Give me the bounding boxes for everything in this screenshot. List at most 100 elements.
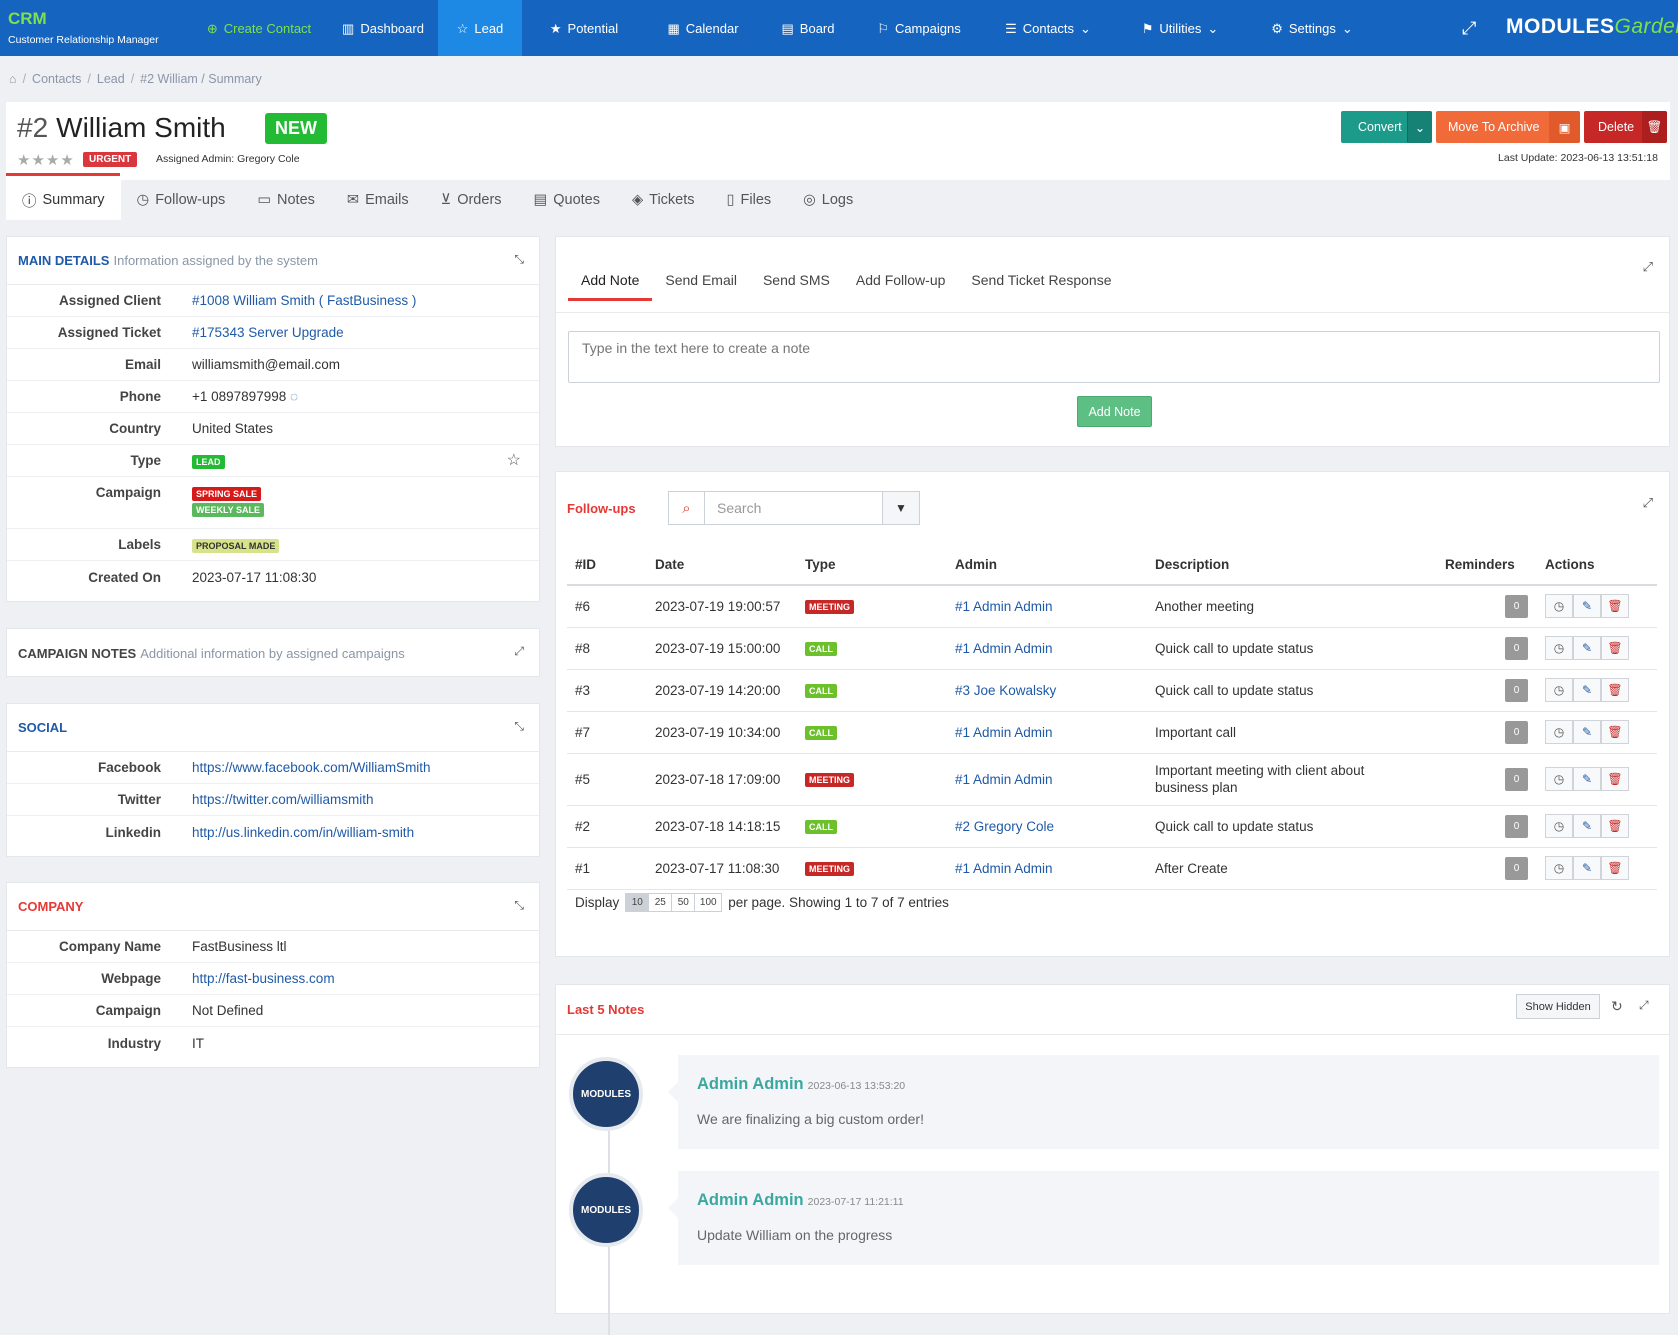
column-header[interactable]: Admin (947, 545, 1147, 586)
tab-send-sms[interactable]: Send SMS (750, 259, 843, 301)
nav-board[interactable]: ▤ Board (760, 0, 856, 56)
refresh-icon[interactable]: ↻ (1611, 998, 1623, 1015)
tab-logs[interactable]: ◎ Logs (787, 180, 869, 220)
page-size-option[interactable]: 10 (626, 894, 650, 911)
tab-send-ticket-response[interactable]: Send Ticket Response (958, 259, 1124, 301)
tab-orders[interactable]: ⊻ Orders (425, 180, 518, 220)
trash-icon[interactable]: 🗑 (1601, 814, 1629, 838)
clock-icon[interactable]: ◷ (1545, 814, 1573, 838)
rating-stars[interactable]: ★★★★ (17, 151, 75, 169)
nav-dashboard[interactable]: ▥ Dashboard (328, 0, 438, 56)
clock-icon[interactable]: ◷ (1545, 856, 1573, 880)
admin-link[interactable]: #1 Admin Admin (955, 641, 1053, 656)
tab-summary[interactable]: ⓘ Summary (6, 180, 121, 220)
column-header[interactable]: Description (1147, 545, 1437, 586)
nav-settings[interactable]: ⚙ Settings ⌄ (1246, 0, 1378, 56)
tab-notes[interactable]: ▭ Notes (241, 180, 331, 220)
clock-icon[interactable]: ◷ (1545, 594, 1573, 619)
trash-icon[interactable]: 🗑 (1601, 856, 1629, 880)
note-author[interactable]: Admin Admin (697, 1075, 804, 1093)
column-header[interactable]: Reminders (1437, 545, 1537, 586)
expand-icon[interactable]: ⤢ (1643, 495, 1653, 511)
whatsapp-icon[interactable]: ◌ (290, 389, 298, 404)
linkedin-link[interactable]: http://us.linkedin.com/in/william-smith (192, 825, 414, 840)
tab-follow-ups[interactable]: ◷ Follow-ups (121, 180, 242, 220)
assigned-ticket-link[interactable]: #175343 Server Upgrade (192, 325, 344, 340)
nav-lead[interactable]: ☆ Lead (438, 0, 522, 56)
clock-icon[interactable]: ◷ (1545, 678, 1573, 702)
breadcrumb-contacts[interactable]: Contacts (32, 72, 81, 86)
tab-files[interactable]: ▯ Files (711, 180, 788, 220)
search-input[interactable]: Search (705, 500, 882, 516)
tab-add-note[interactable]: Add Note (568, 259, 653, 301)
reminders-count[interactable]: 0 (1505, 814, 1528, 838)
tab-emails[interactable]: ✉ Emails (331, 180, 425, 220)
twitter-link[interactable]: https://twitter.com/williamsmith (192, 792, 374, 807)
expand-icon[interactable]: ⤢ (1639, 998, 1649, 1013)
column-header[interactable]: Date (647, 545, 797, 586)
column-header[interactable]: Type (797, 545, 947, 586)
star-outline-icon[interactable]: ☆ (507, 450, 521, 470)
reminders-count[interactable]: 0 (1505, 720, 1528, 744)
admin-link[interactable]: #3 Joe Kowalsky (955, 683, 1056, 698)
nav-contacts[interactable]: ☰ Contacts ⌄ (982, 0, 1114, 56)
nav-potential[interactable]: ★ Potential (522, 0, 646, 56)
trash-icon[interactable]: 🗑 (1601, 767, 1629, 791)
page-size-option[interactable]: 50 (672, 894, 696, 911)
note-author[interactable]: Admin Admin (697, 1191, 804, 1209)
nav-calendar[interactable]: ▦ Calendar (646, 0, 760, 56)
admin-link[interactable]: #1 Admin Admin (955, 772, 1053, 787)
trash-icon[interactable]: 🗑 (1601, 594, 1629, 619)
trash-icon[interactable]: 🗑 (1601, 636, 1629, 660)
expand-icon[interactable]: ⤢ (514, 644, 524, 659)
page-size-option[interactable]: 100 (695, 894, 721, 911)
fullscreen-icon[interactable]: ⤢ (1462, 18, 1476, 39)
admin-link[interactable]: #1 Admin Admin (955, 861, 1053, 876)
edit-icon[interactable]: ✎ (1573, 720, 1601, 744)
tab-quotes[interactable]: ▤ Quotes (518, 180, 616, 220)
reminders-count[interactable]: 0 (1505, 856, 1528, 880)
tab-send-email[interactable]: Send Email (652, 259, 750, 301)
page-size-option[interactable]: 25 (649, 894, 673, 911)
clock-icon[interactable]: ◷ (1545, 636, 1573, 660)
expand-icon[interactable]: ⤢ (1643, 259, 1653, 275)
webpage-link[interactable]: http://fast-business.com (192, 971, 335, 986)
edit-icon[interactable]: ✎ (1573, 767, 1601, 791)
assigned-client-link[interactable]: #1008 William Smith ( FastBusiness ) (192, 293, 416, 308)
reminders-count[interactable]: 0 (1505, 678, 1528, 702)
modulesgarden-logo[interactable]: MODULESGarden (1506, 15, 1678, 39)
trash-icon[interactable]: 🗑 (1601, 720, 1629, 744)
edit-icon[interactable]: ✎ (1573, 636, 1601, 660)
show-hidden-button[interactable]: Show Hidden (1516, 994, 1600, 1019)
reminders-count[interactable]: 0 (1505, 594, 1528, 618)
facebook-link[interactable]: https://www.facebook.com/WilliamSmith (192, 760, 431, 775)
clock-icon[interactable]: ◷ (1545, 767, 1573, 791)
search-icon[interactable]: ⌕ (669, 492, 705, 524)
nav-utilities[interactable]: ⚑ Utilities ⌄ (1114, 0, 1246, 56)
column-header[interactable]: #ID (567, 545, 647, 586)
note-textarea[interactable] (568, 331, 1660, 383)
clock-icon[interactable]: ◷ (1545, 720, 1573, 744)
filter-icon[interactable]: ▼ (882, 492, 919, 524)
edit-icon[interactable]: ✎ (1573, 814, 1601, 838)
edit-icon[interactable]: ✎ (1573, 594, 1601, 619)
breadcrumb-lead[interactable]: Lead (97, 72, 125, 86)
collapse-icon[interactable]: ⤡ (514, 719, 524, 734)
reminders-count[interactable]: 0 (1505, 767, 1528, 791)
trash-icon[interactable]: 🗑 (1642, 111, 1667, 143)
app-brand[interactable]: CRM Customer Relationship Manager (8, 9, 159, 46)
trash-icon[interactable]: 🗑 (1601, 678, 1629, 702)
collapse-icon[interactable]: ⤡ (514, 252, 524, 267)
archive-icon[interactable]: ▣ (1549, 111, 1580, 143)
home-icon[interactable]: ⌂ (9, 72, 17, 86)
convert-dropdown-button[interactable]: ⌄ (1407, 111, 1432, 143)
nav-create-contact[interactable]: ⊕ Create Contact (190, 0, 328, 56)
add-note-button[interactable]: Add Note (1077, 396, 1152, 427)
admin-link[interactable]: #1 Admin Admin (955, 599, 1053, 614)
admin-link[interactable]: #2 Gregory Cole (955, 819, 1054, 834)
admin-link[interactable]: #1 Admin Admin (955, 725, 1053, 740)
nav-campaigns[interactable]: ⚐ Campaigns (856, 0, 982, 56)
reminders-count[interactable]: 0 (1505, 636, 1528, 660)
edit-icon[interactable]: ✎ (1573, 678, 1601, 702)
collapse-icon[interactable]: ⤡ (514, 898, 524, 913)
